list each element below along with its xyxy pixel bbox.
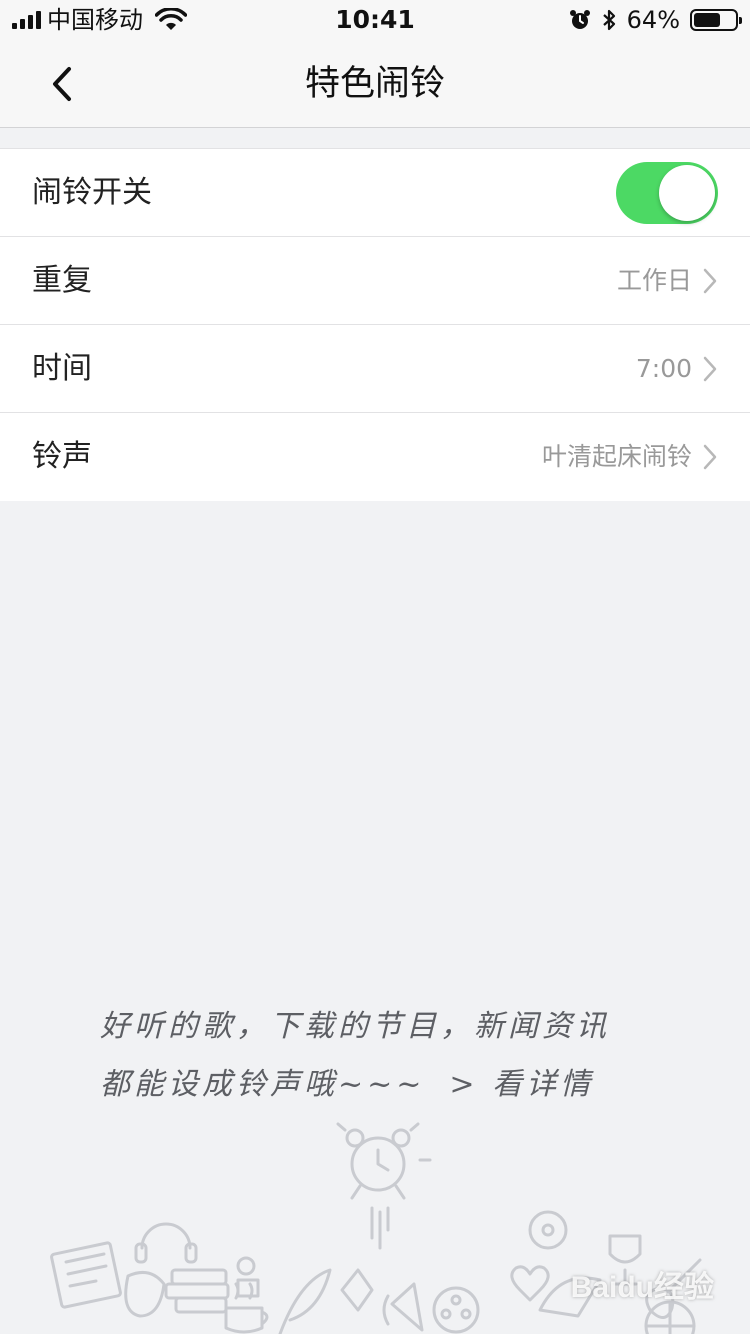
- coffee-cup-doodle-icon: [224, 1282, 269, 1334]
- alarm-clock-doodle-icon: [336, 1122, 432, 1250]
- bluetooth-icon: [602, 9, 615, 31]
- alarm-switch-label: 闹铃开关: [32, 174, 152, 210]
- baidu-experience-watermark: Baidu经验: [570, 1271, 714, 1304]
- navigation-bar: 特色闹铃: [0, 40, 750, 128]
- settings-list: 闹铃开关 重复 工作日 时间 7:00 铃声 叶清起床闹铃: [0, 148, 750, 501]
- ringtone-label: 铃声: [32, 439, 92, 474]
- see-details-link[interactable]: > 看详情: [449, 1067, 594, 1102]
- music-disc-doodle-icon: [528, 1210, 568, 1250]
- repeat-row[interactable]: 重复 工作日: [0, 237, 750, 325]
- promo-text: 好听的歌，下载的节目，新闻资讯 都能设成铃声哦~~~ > 看详情: [100, 1000, 680, 1116]
- page-title: 特色闹铃: [304, 64, 445, 104]
- newspaper-doodle-icon: [50, 1241, 122, 1309]
- basketball-doodle-icon: [340, 1268, 374, 1312]
- film-reel-doodle-icon: [432, 1286, 480, 1334]
- alarm-switch-toggle[interactable]: [616, 161, 718, 224]
- toggle-knob: [659, 164, 715, 221]
- time-label: 时间: [32, 350, 92, 386]
- battery-tip: [739, 17, 742, 24]
- battery-level-fill: [694, 13, 720, 27]
- ringtone-row[interactable]: 铃声 叶清起床闹铃: [0, 413, 750, 501]
- ringtone-right: 叶清起床闹铃: [542, 440, 718, 474]
- chevron-right-icon: [703, 444, 717, 470]
- promo-line-2: 都能设成铃声哦~~~ > 看详情: [100, 1058, 680, 1116]
- chevron-right-icon: [703, 356, 717, 381]
- repeat-right: 工作日: [617, 264, 718, 298]
- globe-doodle-icon: [644, 1300, 696, 1334]
- alarm-switch-row: 闹铃开关: [0, 149, 750, 237]
- status-bar: 中国移动 10:41 64%: [0, 0, 750, 40]
- heart-doodle-icon: [510, 1265, 550, 1302]
- megaphone-doodle-icon: [382, 1282, 424, 1332]
- time-value: 7:00: [635, 353, 692, 383]
- books-doodle-icon: [164, 1268, 230, 1314]
- promo-line-2-text: 都能设成铃声哦~~~: [100, 1067, 426, 1102]
- ringtone-value: 叶清起床闹铃: [541, 442, 692, 471]
- battery-percent: 64%: [626, 6, 680, 34]
- battery-icon: [690, 9, 742, 31]
- promo-line-1: 好听的歌，下载的节目，新闻资讯: [100, 1009, 610, 1044]
- status-right: 64%: [569, 6, 742, 34]
- time-row[interactable]: 时间 7:00: [0, 325, 750, 413]
- alarm-icon: [569, 10, 590, 29]
- headphones-doodle-icon: [134, 1222, 198, 1264]
- repeat-value: 工作日: [616, 265, 692, 295]
- repeat-label: 重复: [32, 262, 92, 298]
- chevron-right-icon: [703, 268, 717, 293]
- feather-doodle-icon: [278, 1268, 332, 1334]
- time-right: 7:00: [636, 352, 718, 386]
- mask-doodle-icon: [124, 1270, 166, 1318]
- person-doodle-icon: [236, 1256, 260, 1298]
